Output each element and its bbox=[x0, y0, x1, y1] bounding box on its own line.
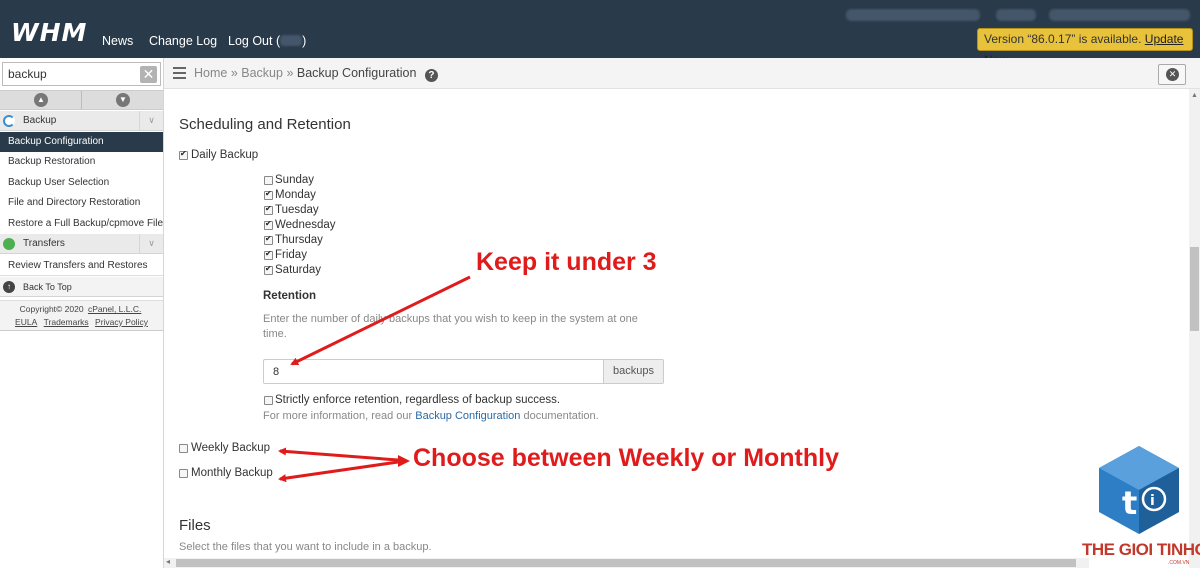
blurred-hostname bbox=[846, 9, 980, 21]
category-backup-label: Backup bbox=[23, 115, 57, 126]
monthly-backup-label: Monthly Backup bbox=[191, 467, 273, 479]
breadcrumb-home[interactable]: Home bbox=[194, 66, 227, 80]
retention-heading: Retention bbox=[263, 290, 317, 302]
backup-configuration-doc-link[interactable]: Backup Configuration bbox=[415, 410, 520, 422]
privacy-policy-link[interactable]: Privacy Policy bbox=[95, 317, 148, 327]
monthly-backup-checkbox[interactable] bbox=[179, 469, 188, 478]
horizontal-scrollbar[interactable]: ◂ bbox=[164, 557, 1089, 568]
back-to-top-label: Back To Top bbox=[23, 282, 72, 292]
retention-input-group: backups bbox=[263, 359, 664, 384]
tuesday-label: Tuesday bbox=[275, 204, 319, 216]
top-bar: WHM News Change Log Log Out () Version “… bbox=[0, 0, 1200, 67]
strict-retention-checkbox[interactable] bbox=[264, 396, 273, 405]
wednesday-label: Wednesday bbox=[275, 219, 336, 231]
daily-backup-label: Daily Backup bbox=[191, 149, 259, 161]
svg-text:t: t bbox=[1122, 484, 1137, 522]
files-help: Select the files that you want to includ… bbox=[179, 541, 432, 553]
sidebar-item-file-directory-restoration[interactable]: File and Directory Restoration bbox=[0, 193, 163, 213]
tuesday-checkbox[interactable] bbox=[264, 204, 273, 215]
retention-help-line2: time. bbox=[263, 328, 287, 340]
update-banner: Version “86.0.17” is available. Update N… bbox=[977, 28, 1193, 67]
horizontal-scroll-thumb[interactable] bbox=[176, 559, 1076, 567]
collapse-bar: ▲ ▼ bbox=[0, 90, 163, 110]
eula-link[interactable]: EULA bbox=[15, 317, 37, 327]
sidebar-item-backup-configuration[interactable]: Backup Configuration bbox=[0, 132, 163, 152]
blurred-info bbox=[996, 9, 1036, 21]
retention-help-line1: Enter the number of daily backups that y… bbox=[263, 313, 638, 325]
vertical-scroll-thumb[interactable] bbox=[1190, 247, 1199, 331]
strict-retention-label: Strictly enforce retention, regardless o… bbox=[275, 394, 561, 406]
category-transfers-label: Transfers bbox=[23, 238, 65, 249]
saturday-checkbox[interactable] bbox=[264, 264, 273, 275]
copyright-text: Copyright© 2020 bbox=[19, 304, 84, 314]
sunday-label: Sunday bbox=[275, 174, 315, 186]
watermark-text: THE GIOI TINHOC bbox=[1082, 540, 1200, 559]
friday-label: Friday bbox=[275, 249, 307, 261]
backup-icon bbox=[3, 115, 15, 127]
chevron-down-icon[interactable]: ∨ bbox=[139, 234, 163, 253]
copyright: Copyright© 2020 cPanel, L.L.C. EULA Trad… bbox=[0, 300, 163, 331]
svg-text:i: i bbox=[1150, 493, 1155, 509]
nav-change-log[interactable]: Change Log bbox=[149, 34, 217, 48]
cpanel-link[interactable]: cPanel, L.L.C. bbox=[88, 304, 141, 314]
annotation-keep-under-3: Keep it under 3 bbox=[476, 248, 657, 276]
thursday-checkbox[interactable] bbox=[264, 234, 273, 245]
expand-all-icon[interactable]: ▼ bbox=[116, 93, 130, 107]
breadcrumb: Home » Backup » Backup Configuration ? bbox=[194, 66, 438, 82]
scheduling-retention-heading: Scheduling and Retention bbox=[179, 116, 351, 133]
blurred-username bbox=[280, 35, 303, 46]
watermark-subtext: .COM.VN bbox=[1168, 560, 1190, 566]
watermark: t i THE GIOI TINHOC .COM.VN bbox=[1080, 444, 1200, 568]
wednesday-checkbox[interactable] bbox=[264, 219, 273, 230]
watermark-logo-icon: t i bbox=[1099, 446, 1179, 534]
retention-input[interactable] bbox=[264, 360, 603, 383]
sidebar-item-review-transfers[interactable]: Review Transfers and Restores bbox=[0, 256, 163, 276]
sidebar-item-restore-full-backup[interactable]: Restore a Full Backup/cpmove File bbox=[0, 214, 163, 234]
weekly-backup-checkbox[interactable] bbox=[179, 444, 188, 453]
monday-label: Monday bbox=[275, 189, 316, 201]
sidebar-item-backup-user-selection[interactable]: Backup User Selection bbox=[0, 173, 163, 193]
monday-checkbox[interactable] bbox=[264, 189, 273, 200]
breadcrumb-bar: Home » Backup » Backup Configuration ? ✕ bbox=[164, 58, 1200, 89]
collapse-all-icon[interactable]: ▲ bbox=[34, 93, 48, 107]
trademarks-link[interactable]: Trademarks bbox=[44, 317, 89, 327]
search-input[interactable] bbox=[5, 65, 133, 83]
retention-unit: backups bbox=[603, 360, 663, 383]
search-box: ✕ bbox=[2, 62, 161, 86]
close-button[interactable]: ✕ bbox=[1158, 64, 1186, 85]
breadcrumb-backup[interactable]: Backup bbox=[241, 66, 283, 80]
clear-search-icon[interactable]: ✕ bbox=[140, 66, 157, 83]
weekly-backup-label: Weekly Backup bbox=[191, 442, 271, 454]
nav-news[interactable]: News bbox=[102, 34, 133, 48]
sunday-checkbox[interactable] bbox=[264, 176, 273, 185]
sidebar-item-backup-restoration[interactable]: Backup Restoration bbox=[0, 152, 163, 172]
arrow-up-icon: ↑ bbox=[3, 281, 15, 293]
sidebar: ✕ ▲ ▼ Backup ∨ Backup Configuration Back… bbox=[0, 58, 164, 568]
saturday-label: Saturday bbox=[275, 264, 322, 276]
transfers-icon bbox=[3, 238, 15, 250]
close-icon: ✕ bbox=[1166, 68, 1179, 81]
help-icon[interactable]: ? bbox=[424, 69, 438, 82]
chevron-down-icon[interactable]: ∨ bbox=[139, 111, 163, 130]
nav-log-out[interactable]: Log Out () bbox=[228, 34, 306, 48]
menu-toggle-icon[interactable] bbox=[170, 66, 186, 80]
category-backup[interactable]: Backup ∨ bbox=[0, 111, 163, 131]
back-to-top[interactable]: ↑ Back To Top bbox=[0, 277, 163, 297]
page-title: Backup Configuration bbox=[296, 66, 417, 80]
scroll-up-icon[interactable]: ▲ bbox=[1191, 92, 1198, 99]
friday-checkbox[interactable] bbox=[264, 249, 273, 260]
category-transfers[interactable]: Transfers ∨ bbox=[0, 234, 163, 254]
update-text: Version “86.0.17” is available. bbox=[984, 32, 1142, 46]
whm-logo[interactable]: WHM bbox=[11, 20, 87, 46]
scroll-left-icon[interactable]: ◂ bbox=[166, 557, 170, 566]
files-heading: Files bbox=[179, 517, 211, 534]
more-info-text: For more information, read our Backup Co… bbox=[263, 410, 599, 422]
blurred-server bbox=[1049, 9, 1190, 21]
thursday-label: Thursday bbox=[275, 234, 323, 246]
main-content: Scheduling and Retention Daily Backup Su… bbox=[164, 89, 1189, 568]
daily-backup-checkbox[interactable] bbox=[179, 149, 188, 160]
annotation-choose-weekly-monthly: Choose between Weekly or Monthly bbox=[413, 444, 840, 472]
